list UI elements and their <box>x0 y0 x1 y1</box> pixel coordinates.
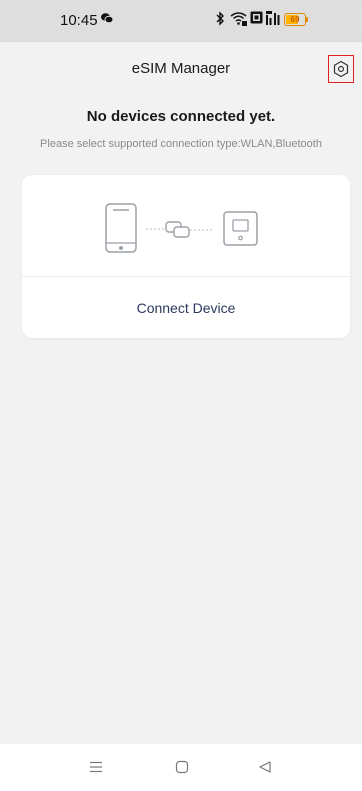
home-icon <box>175 760 189 774</box>
empty-state-subtitle: Please select supported connection type:… <box>40 138 322 150</box>
esim-manager-screen: 10:45 69 eSIM Manager No devices connect… <box>0 0 362 791</box>
router-icon <box>223 211 258 246</box>
menu-button[interactable] <box>85 756 107 778</box>
phone-icon <box>105 203 137 253</box>
app-header: eSIM Manager <box>0 42 362 97</box>
status-bar: 10:45 69 <box>0 0 362 42</box>
signal-icon <box>266 11 282 25</box>
back-icon <box>258 760 272 774</box>
empty-state-title: No devices connected yet. <box>86 108 276 125</box>
back-button[interactable] <box>254 756 276 778</box>
wifi-icon <box>230 11 247 26</box>
link-icon <box>165 221 190 238</box>
menu-icon <box>89 761 103 773</box>
battery-text: 69 <box>290 15 300 24</box>
system-nav-bar <box>0 744 362 791</box>
wechat-icon <box>100 11 114 25</box>
connect-device-card: Connect Device <box>22 175 350 338</box>
bluetooth-icon <box>215 11 225 26</box>
home-button[interactable] <box>171 756 193 778</box>
battery-icon: 69 <box>284 13 306 26</box>
nfc-icon <box>250 11 263 24</box>
status-time: 10:45 <box>60 12 98 29</box>
connect-device-button[interactable]: Connect Device <box>22 277 350 338</box>
page-title: eSIM Manager <box>131 60 231 77</box>
battery-tip <box>306 17 308 22</box>
settings-button[interactable] <box>328 55 354 83</box>
gear-icon <box>332 60 350 78</box>
connection-illustration <box>22 175 350 276</box>
